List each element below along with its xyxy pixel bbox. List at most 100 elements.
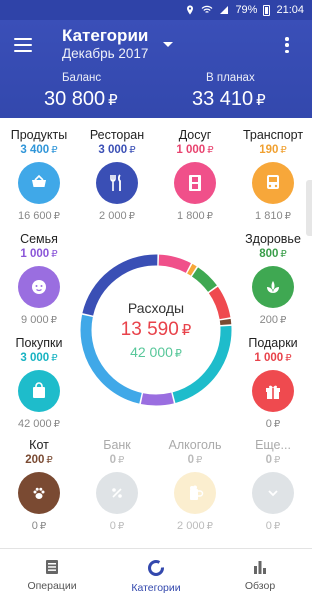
category-amount: 800 ₽	[234, 248, 312, 260]
category-plan: 1 800 ₽	[156, 210, 234, 222]
bus-icon	[267, 175, 279, 189]
donut-icon	[148, 560, 164, 576]
donut-segment-8	[82, 254, 158, 316]
category-plan-value: 2 000	[177, 520, 205, 532]
category-4[interactable]: Семья 1 000 ₽9 000 ₽	[0, 232, 78, 326]
category-9[interactable]: Банк 0 ₽0 ₽	[78, 438, 156, 532]
category-name: Здоровье	[245, 232, 301, 246]
category-name: Ресторан	[89, 128, 145, 142]
category-amount-value: 1 000	[176, 144, 206, 156]
film-icon	[189, 175, 201, 191]
category-11[interactable]: Еще... 0 ₽0 ₽	[234, 438, 312, 532]
category-plan-value: 0	[265, 418, 272, 430]
category-icon-circle[interactable]	[96, 162, 138, 204]
category-10[interactable]: Алкоголь 0 ₽2 000 ₽	[156, 438, 234, 532]
category-plan-currency: ₽	[206, 211, 213, 222]
donut-segment-1	[187, 263, 197, 276]
category-name: Подарки	[248, 336, 298, 350]
bag-icon	[33, 382, 45, 398]
category-icon-circle[interactable]	[252, 162, 294, 204]
category-amount-value: 190	[259, 144, 279, 156]
category-icon-circle[interactable]	[252, 266, 294, 308]
donut-segment-4	[219, 318, 232, 326]
category-2[interactable]: Досуг 1 000 ₽1 800 ₽	[156, 128, 234, 222]
category-name: Транспорт	[242, 128, 304, 142]
signal-icon	[220, 6, 229, 14]
category-plan-value: 0	[265, 520, 272, 532]
category-plan-value: 0	[109, 520, 116, 532]
category-amount-value: 200	[25, 454, 45, 466]
balance-label: Баланс	[62, 72, 102, 84]
category-name: Еще...	[255, 438, 291, 452]
category-1[interactable]: Ресторан 3 000 ₽2 000 ₽	[78, 128, 156, 222]
donut-segment-2	[191, 267, 217, 293]
category-plan: 9 000 ₽	[0, 314, 78, 326]
category-icon-circle[interactable]	[18, 266, 60, 308]
category-icon-circle[interactable]	[252, 370, 294, 412]
category-plan-currency: ₽	[284, 211, 291, 222]
category-amount-currency: ₽	[196, 455, 203, 466]
category-amount: 1 000 ₽	[0, 248, 78, 260]
category-amount-value: 800	[259, 248, 279, 260]
category-amount: 1 000 ₽	[156, 144, 234, 156]
category-amount-currency: ₽	[129, 145, 136, 156]
category-amount-currency: ₽	[274, 455, 281, 466]
category-8[interactable]: Кот 200 ₽0 ₽	[0, 438, 78, 532]
category-plan-currency: ₽	[128, 211, 135, 222]
category-3[interactable]: Транспорт 190 ₽1 810 ₽	[234, 128, 312, 222]
category-amount-value: 1 000	[254, 352, 284, 364]
category-7[interactable]: Подарки 1 000 ₽0 ₽	[234, 336, 312, 430]
category-icon-circle[interactable]	[174, 472, 216, 514]
category-name: Кот	[29, 438, 49, 452]
category-plan-currency: ₽	[273, 419, 281, 430]
more-options-button[interactable]	[283, 37, 291, 53]
tab-operations-label: Операции	[27, 580, 77, 592]
tab-overview[interactable]: Обзор	[208, 549, 312, 600]
category-amount: 190 ₽	[234, 144, 312, 156]
category-amount-currency: ₽	[51, 353, 58, 364]
dropdown-arrow-icon[interactable]	[163, 42, 173, 47]
list-icon	[46, 560, 58, 574]
location-icon	[187, 5, 194, 15]
category-icon-circle[interactable]	[174, 162, 216, 204]
category-amount: 200 ₽	[0, 454, 78, 466]
category-icon-circle[interactable]	[252, 472, 294, 514]
category-plan: 42 000 ₽	[0, 418, 78, 430]
category-icon-circle[interactable]	[96, 472, 138, 514]
category-plan-value: 9 000	[21, 314, 49, 326]
donut-segment-5	[172, 325, 232, 403]
category-icon-circle[interactable]	[18, 162, 60, 204]
category-amount-currency: ₽	[51, 249, 58, 260]
donut-segment-3	[208, 286, 231, 320]
category-amount-currency: ₽	[285, 353, 292, 364]
wifi-icon	[202, 5, 213, 13]
category-6[interactable]: Покупки 3 000 ₽42 000 ₽	[0, 336, 78, 430]
category-amount-value: 0	[187, 454, 195, 466]
category-icon-circle[interactable]	[18, 472, 60, 514]
category-plan-value: 42 000	[17, 418, 52, 430]
category-plan-value: 1 800	[177, 210, 205, 222]
category-plan: 16 600 ₽	[0, 210, 78, 222]
category-amount: 1 000 ₽	[234, 352, 312, 364]
gift-icon	[266, 385, 280, 399]
category-0[interactable]: Продукты 3 400 ₽16 600 ₽	[0, 128, 78, 222]
category-icon-circle[interactable]	[18, 370, 60, 412]
menu-button[interactable]	[14, 38, 32, 52]
category-amount-currency: ₽	[51, 145, 58, 156]
category-plan: 0 ₽	[234, 520, 312, 532]
category-plan: 1 810 ₽	[234, 210, 312, 222]
period-selector[interactable]: Декабрь 2017	[62, 46, 148, 61]
drawer-handle[interactable]	[306, 180, 312, 236]
category-amount-value: 0	[109, 454, 117, 466]
category-plan: 0 ₽	[78, 520, 156, 532]
category-amount-value: 0	[265, 454, 273, 466]
leaf-icon	[267, 281, 279, 293]
tab-operations[interactable]: Операции	[0, 549, 104, 600]
category-5[interactable]: Здоровье 800 ₽200 ₽	[234, 232, 312, 326]
tab-categories[interactable]: Категории	[104, 549, 208, 600]
category-plan-currency: ₽	[273, 521, 281, 532]
category-name: Семья	[20, 232, 58, 246]
balance-value: 30 800 ₽	[44, 88, 118, 111]
category-amount-currency: ₽	[207, 145, 214, 156]
category-plan: 0 ₽	[234, 418, 312, 430]
